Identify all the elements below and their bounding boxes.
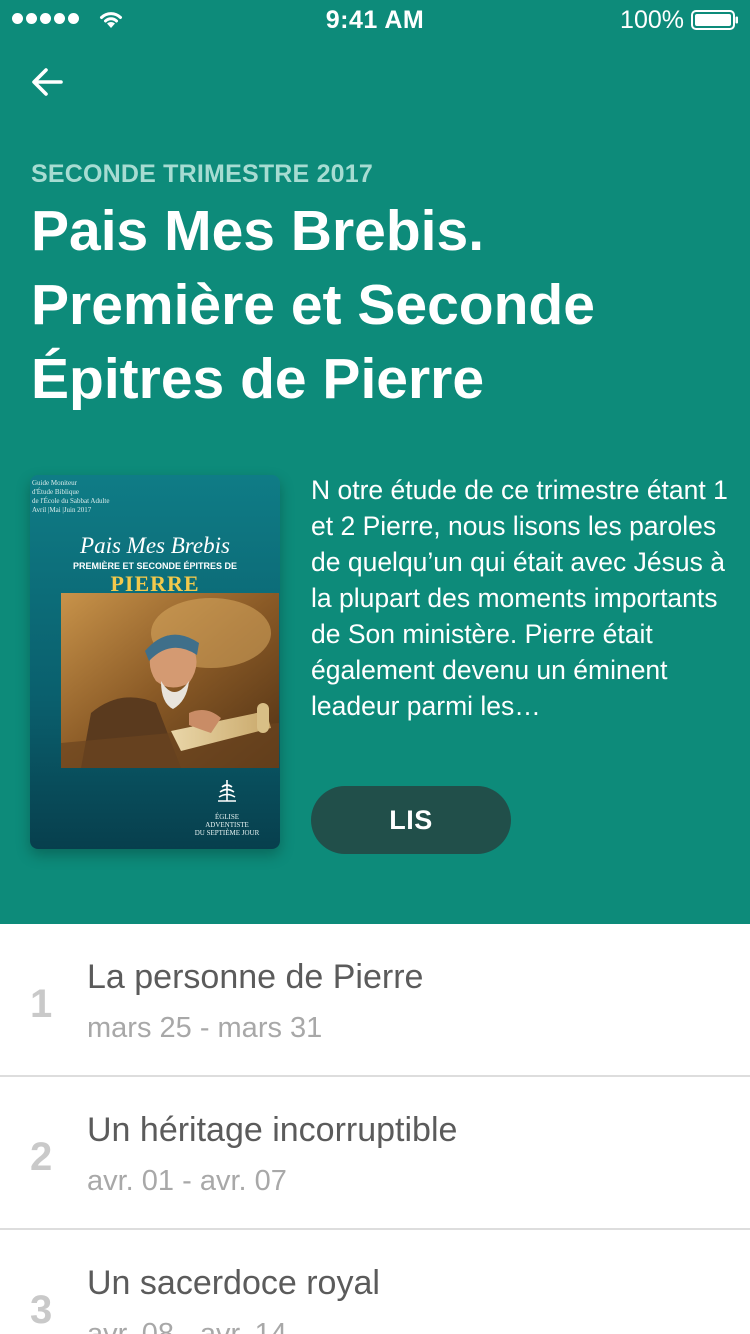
lesson-quarter-screen: 9:41 AM 100% SECONDE TRIMESTRE 2017 Pais… <box>0 0 750 1334</box>
quarter-title: Pais Mes Brebis. Première et Seconde Épi… <box>31 199 595 411</box>
cover-subtitle: PREMIÈRE ET SECONDE ÉPITRES DE <box>72 561 238 571</box>
church-logo-icon <box>218 780 236 802</box>
quarter-header: 9:41 AM 100% SECONDE TRIMESTRE 2017 Pais… <box>0 0 750 924</box>
back-button[interactable] <box>26 60 70 104</box>
lesson-dates: avr. 08 - avr. 14 <box>87 1318 287 1334</box>
lesson-row[interactable]: 2 Un héritage incorruptible avr. 01 - av… <box>0 1077 750 1230</box>
lesson-list: 1 La personne de Pierre mars 25 - mars 3… <box>0 924 750 1334</box>
read-button[interactable]: LIS <box>311 786 511 854</box>
cover-illustration <box>61 593 279 768</box>
lesson-title: Un sacerdoce royal <box>87 1264 380 1302</box>
cover-guide-text: Guide Moniteur d'Étude Biblique de l'Éco… <box>32 479 110 514</box>
cover-church-logo: ÉGLISE ADVENTISTE DU SEPTIÈME JOUR <box>192 771 262 837</box>
cover-title: Pais Mes Brebis <box>80 533 230 558</box>
lesson-index: 1 <box>30 982 53 1026</box>
lesson-row[interactable]: 3 Un sacerdoce royal avr. 08 - avr. 14 <box>0 1230 750 1334</box>
arrow-left-icon <box>32 68 63 96</box>
cover-church-text: ÉGLISE ADVENTISTE DU SEPTIÈME JOUR <box>194 813 260 837</box>
lesson-dates: avr. 01 - avr. 07 <box>87 1165 287 1197</box>
lesson-dates: mars 25 - mars 31 <box>87 1012 323 1044</box>
lesson-index: 3 <box>30 1288 53 1332</box>
quarter-description: N otre étude de ce trimestre étant 1 et … <box>311 475 728 721</box>
lesson-title: La personne de Pierre <box>87 958 424 996</box>
lesson-index: 2 <box>30 1135 53 1179</box>
battery-percentage: 100% <box>620 6 684 34</box>
status-bar: 9:41 AM 100% <box>0 0 750 40</box>
quarter-cover-image: Guide Moniteur d'Étude Biblique de l'Éco… <box>30 475 280 849</box>
lesson-title: Un héritage incorruptible <box>87 1111 458 1149</box>
quarter-label: SECONDE TRIMESTRE 2017 <box>31 160 373 188</box>
battery-icon <box>691 10 738 30</box>
lesson-row[interactable]: 1 La personne de Pierre mars 25 - mars 3… <box>0 924 750 1077</box>
